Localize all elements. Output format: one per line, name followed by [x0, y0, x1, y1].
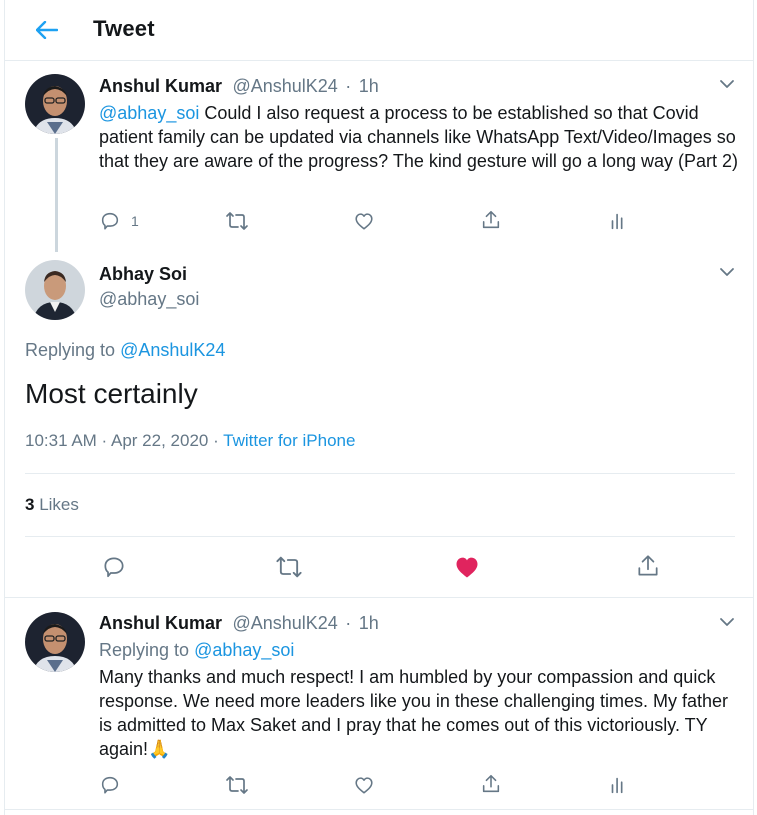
tweet-text: Many thanks and much respect! I am humbl…: [99, 665, 739, 761]
share-button[interactable]: [635, 553, 661, 579]
timestamp-text[interactable]: 10:31 AM · Apr 22, 2020 ·: [25, 431, 223, 450]
pray-emoji-icon: 🙏: [148, 739, 171, 759]
retweet-icon: [276, 556, 302, 578]
share-icon: [482, 210, 500, 229]
avatar[interactable]: [25, 260, 85, 320]
share-icon: [638, 555, 658, 576]
tweet-time[interactable]: 1h: [359, 613, 379, 633]
retweet-icon: [226, 776, 248, 794]
avatar-anshul-icon: [25, 74, 85, 134]
analytics-icon: [611, 777, 623, 794]
heart-outline-icon: [355, 213, 373, 230]
retweet-button[interactable]: [225, 774, 249, 796]
tweet-header: Anshul Kumar @AnshulK24 · 1h: [99, 76, 379, 97]
tweet-text: @abhay_soi Could I also request a proces…: [99, 101, 739, 173]
replying-to-link[interactable]: @abhay_soi: [194, 640, 294, 660]
replying-to: Replying to @AnshulK24: [25, 340, 225, 361]
reply-button[interactable]: 1: [99, 210, 139, 232]
avatar[interactable]: [25, 74, 85, 134]
tweet-page: Tweet Anshul Kumar @AnshulK24 · 1h @abha…: [4, 0, 754, 815]
likes-label: Likes: [34, 495, 79, 514]
tweet-timestamp: 10:31 AM · Apr 22, 2020 · Twitter for iP…: [25, 431, 355, 451]
reply-button[interactable]: [99, 774, 121, 796]
replying-prefix: Replying to: [99, 640, 195, 660]
share-button[interactable]: [480, 209, 502, 231]
chevron-down-icon[interactable]: [715, 260, 739, 284]
reply-button[interactable]: [101, 554, 127, 580]
tweet-header: Anshul Kumar @AnshulK24 · 1h: [99, 613, 379, 634]
author-handle[interactable]: @AnshulK24: [232, 76, 337, 96]
divider: [25, 473, 735, 474]
analytics-icon: [611, 213, 623, 230]
author-handle[interactable]: @AnshulK24: [232, 613, 337, 633]
author-name[interactable]: Abhay Soi: [99, 264, 187, 285]
retweet-button[interactable]: [225, 210, 249, 232]
reply-count: 1: [131, 213, 139, 229]
divider: [25, 536, 735, 537]
retweet-button[interactable]: [275, 554, 303, 580]
like-button[interactable]: [453, 553, 481, 581]
main-tweet-text: Most certainly: [25, 378, 198, 409]
share-icon: [482, 774, 500, 793]
source-link[interactable]: Twitter for iPhone: [223, 431, 355, 450]
divider: [5, 809, 753, 810]
avatar-abhay-icon: [25, 260, 85, 320]
meta-separator: ·: [345, 613, 352, 633]
header-bar: Tweet: [5, 0, 753, 61]
heart-outline-icon: [355, 777, 373, 794]
author-name[interactable]: Anshul Kumar: [99, 613, 222, 633]
back-arrow-icon: [36, 21, 58, 39]
heart-filled-icon: [456, 557, 478, 578]
like-button[interactable]: [353, 210, 375, 232]
author-name[interactable]: Anshul Kumar: [99, 76, 222, 96]
meta-separator: ·: [345, 76, 352, 96]
share-button[interactable]: [480, 773, 502, 795]
like-button[interactable]: [353, 774, 375, 796]
retweet-icon: [226, 212, 248, 230]
replying-to-link[interactable]: @AnshulK24: [120, 340, 225, 360]
analytics-button[interactable]: [607, 210, 629, 232]
tweet-time[interactable]: 1h: [359, 76, 379, 96]
chevron-down-icon[interactable]: [715, 72, 739, 96]
thread-connector: [55, 138, 58, 252]
reply-icon: [104, 557, 124, 578]
avatar[interactable]: [25, 612, 85, 672]
replying-prefix: Replying to: [25, 340, 121, 360]
tweet-body: Many thanks and much respect! I am humbl…: [99, 667, 728, 759]
author-handle[interactable]: @abhay_soi: [99, 289, 199, 310]
likes-stat[interactable]: 3 Likes: [25, 495, 79, 515]
mention-link[interactable]: @abhay_soi: [99, 103, 199, 123]
reply-icon: [101, 212, 119, 230]
analytics-button[interactable]: [607, 774, 629, 796]
replying-to: Replying to @abhay_soi: [99, 640, 294, 661]
divider: [5, 597, 753, 598]
chevron-down-icon[interactable]: [715, 610, 739, 634]
back-button[interactable]: [31, 14, 63, 46]
reply-icon: [101, 776, 119, 794]
avatar-anshul-icon: [25, 612, 85, 672]
page-title: Tweet: [93, 16, 155, 41]
